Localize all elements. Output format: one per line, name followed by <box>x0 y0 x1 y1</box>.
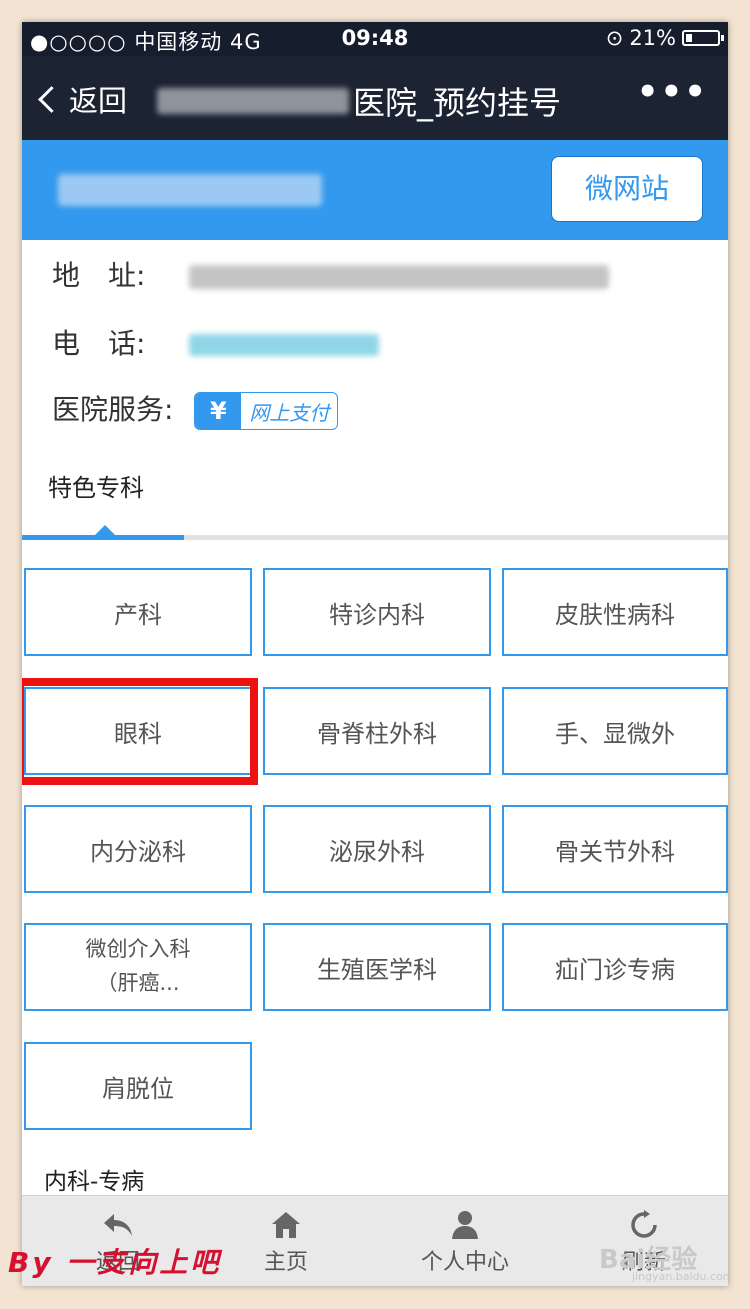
undo-arrow-icon <box>104 1214 132 1236</box>
toolbar-home-button[interactable]: 主页 <box>226 1210 346 1276</box>
department-label: 微创介入科 <box>85 937 191 962</box>
yen-icon: ¥ <box>195 393 242 429</box>
department-cell[interactable]: 骨脊柱外科 <box>263 687 491 775</box>
highlight-box <box>22 678 258 785</box>
department-cell[interactable]: 皮肤性病科 <box>502 568 728 656</box>
chevron-left-icon <box>38 85 65 113</box>
redacted-hospital-title <box>58 174 322 206</box>
toolbar-profile-button[interactable]: 个人中心 <box>405 1210 525 1276</box>
department-label: 特诊内科 <box>329 600 425 629</box>
department-label: 骨脊柱外科 <box>317 719 437 748</box>
redacted-hospital-name <box>157 88 349 114</box>
department-label: 骨关节外科 <box>555 837 675 866</box>
baidu-jingyan-url: jingyan.baidu.com <box>632 1270 728 1283</box>
department-cell[interactable]: 生殖医学科 <box>263 923 491 1011</box>
author-watermark: By 一支向上吧 <box>8 1246 222 1279</box>
battery-status: ⊙ 21% <box>605 26 724 50</box>
redacted-phone[interactable] <box>188 334 379 356</box>
back-button[interactable]: 返回 <box>36 78 127 120</box>
department-label: 肩脱位 <box>102 1074 174 1103</box>
address-row: 地 址: <box>52 254 609 294</box>
department-label: 产科 <box>114 600 162 629</box>
department-cell[interactable]: 微创介入科 （肝癌... <box>24 923 252 1011</box>
battery-icon <box>682 30 724 46</box>
department-cell[interactable]: 产科 <box>24 568 252 656</box>
tab-active-indicator <box>22 535 184 540</box>
microsite-button[interactable]: 微网站 <box>551 156 703 222</box>
department-sublabel: （肝癌... <box>96 971 180 995</box>
page-title: 医院_预约挂号 <box>157 78 561 124</box>
department-label: 手、显微外 <box>555 719 675 748</box>
status-bar: ●○○○○ 中国移动 4G 09:48 ⊙ 21% <box>22 22 728 56</box>
phone-screen: ●○○○○ 中国移动 4G 09:48 ⊙ 21% 返回 医院_预约挂号 •••… <box>22 22 728 1286</box>
section-title-internal-medicine: 内科-专病 <box>44 1169 145 1195</box>
phone-row: 电 话: <box>52 322 379 362</box>
online-payment-badge[interactable]: ¥ 网上支付 <box>194 392 339 430</box>
tab-caret-icon <box>95 525 115 535</box>
department-label: 疝门诊专病 <box>555 955 675 984</box>
department-cell[interactable]: 泌尿外科 <box>263 805 491 893</box>
redacted-address <box>188 265 609 289</box>
rotation-lock-icon: ⊙ <box>605 26 624 50</box>
department-label: 内分泌科 <box>90 837 186 866</box>
department-label: 泌尿外科 <box>329 837 425 866</box>
refresh-icon <box>631 1210 657 1238</box>
department-label: 生殖医学科 <box>317 955 437 984</box>
nav-bar: 返回 医院_预约挂号 ••• <box>22 56 728 140</box>
department-cell[interactable]: 骨关节外科 <box>502 805 728 893</box>
department-cell[interactable]: 疝门诊专病 <box>502 923 728 1011</box>
featured-departments-tab[interactable]: 特色专科 <box>48 468 144 503</box>
department-label: 皮肤性病科 <box>555 600 675 629</box>
home-icon <box>272 1212 300 1238</box>
department-cell[interactable]: 肩脱位 <box>24 1042 252 1130</box>
hospital-banner: 微网站 <box>22 140 728 240</box>
department-cell[interactable]: 内分泌科 <box>24 805 252 893</box>
department-cell[interactable]: 手、显微外 <box>502 687 728 775</box>
department-cell[interactable]: 特诊内科 <box>263 568 491 656</box>
user-icon <box>452 1211 478 1239</box>
service-row: 医院服务: ¥ 网上支付 <box>52 388 339 430</box>
more-menu-button[interactable]: ••• <box>637 72 708 112</box>
